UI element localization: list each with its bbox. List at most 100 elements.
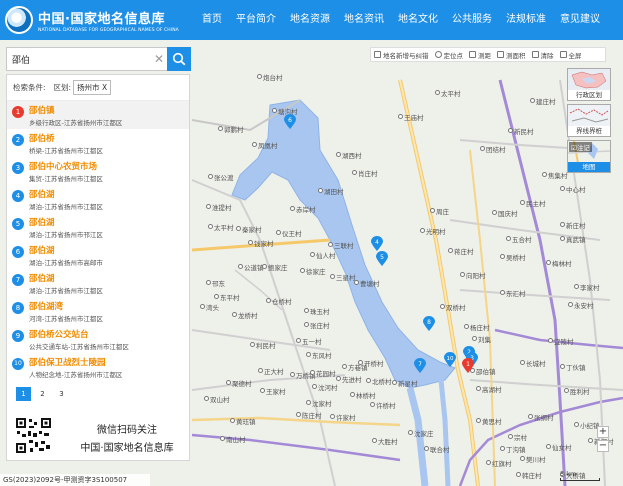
nav-news[interactable]: 地名资讯 bbox=[337, 0, 391, 40]
nav-services[interactable]: 公共服务 bbox=[445, 0, 499, 40]
results-panel: 检索条件: 区划: 扬州市 X 1 邵伯镇 乡级行政区-江苏省扬州市江都区 2 邵… bbox=[6, 74, 190, 461]
map-marker-8[interactable]: 8 bbox=[423, 316, 435, 332]
map-label: 仙人村 bbox=[310, 250, 336, 260]
result-item[interactable]: 7 邵伯湖 湖泊-江苏省扬州市江都区 bbox=[7, 269, 189, 297]
tool-measure-area[interactable]: 测面积 bbox=[494, 50, 529, 60]
result-title[interactable]: 邵伯湖 bbox=[29, 272, 103, 284]
map-label: 淮提村 bbox=[206, 202, 232, 212]
map-label: 宜陵村 bbox=[548, 336, 574, 346]
result-desc: 公共交通车站-江苏省扬州市江都区 bbox=[29, 343, 129, 351]
layer-map[interactable]: ☑注记 地图 bbox=[567, 140, 611, 173]
result-title[interactable]: 邵伯桥 bbox=[29, 132, 103, 144]
map-label: 刘集 bbox=[472, 334, 491, 344]
search-input[interactable] bbox=[7, 48, 151, 70]
clear-icon[interactable]: ✕ bbox=[151, 52, 167, 66]
tool-locate-point[interactable]: 定位点 bbox=[432, 50, 467, 60]
site-subtitle: NATIONAL DATABASE FOR GEOGRAPHICAL NAMES… bbox=[38, 27, 179, 33]
map-label: 双山村 bbox=[204, 394, 230, 404]
map-marker-5[interactable]: 5 bbox=[376, 251, 388, 267]
result-item[interactable]: 1 邵伯镇 乡级行政区-江苏省扬州市江都区 bbox=[7, 101, 189, 129]
tool-edit-correct[interactable]: 地名新增与纠错 bbox=[371, 50, 432, 60]
map-marker-6[interactable]: 6 bbox=[284, 114, 296, 130]
nav-home[interactable]: 首页 bbox=[198, 0, 229, 40]
result-desc: 河湾-江苏省扬州市江都区 bbox=[29, 315, 103, 323]
result-desc: 乡级行政区-江苏省扬州市江都区 bbox=[29, 119, 123, 127]
map-label: 开桥村 bbox=[358, 358, 384, 368]
map-marker-label: 10 bbox=[447, 356, 454, 362]
nav-about[interactable]: 平台简介 bbox=[229, 0, 283, 40]
result-title[interactable]: 邵伯保卫战烈士陵园 bbox=[29, 356, 122, 368]
tool-fullscreen[interactable]: 全屏 bbox=[557, 50, 585, 60]
result-title[interactable]: 邵伯中心农贸市场 bbox=[29, 160, 103, 172]
map-marker-4[interactable]: 4 bbox=[371, 236, 383, 252]
result-item[interactable]: 8 邵伯湖湾 河湾-江苏省扬州市江都区 bbox=[7, 297, 189, 325]
map-label: 三星村 bbox=[330, 272, 356, 282]
area-icon bbox=[497, 51, 504, 58]
result-title[interactable]: 邵伯湖 bbox=[29, 216, 103, 228]
result-title[interactable]: 邵伯镇 bbox=[29, 104, 122, 116]
result-number: 9 bbox=[12, 330, 24, 342]
result-item[interactable]: 3 邵伯中心农贸市场 集贸-江苏省扬州市江都区 bbox=[7, 157, 189, 185]
annotation-checkbox[interactable]: ☑注记 bbox=[569, 142, 592, 152]
result-item[interactable]: 10 邵伯保卫战烈士陵园 人物纪念地-江苏省扬州市江都区 bbox=[7, 353, 189, 381]
result-desc: 桥梁-江苏省扬州市江都区 bbox=[29, 147, 103, 155]
map-marker-1[interactable]: 1 bbox=[462, 358, 474, 374]
map-label: 丁伙镇 bbox=[560, 362, 586, 372]
result-item[interactable]: 4 邵伯湖 湖泊-江苏省扬州市江都区 bbox=[7, 185, 189, 213]
search-button[interactable] bbox=[167, 47, 191, 71]
result-title[interactable]: 邵伯湖湾 bbox=[29, 300, 103, 312]
map-label: 花园村 bbox=[310, 368, 336, 378]
map-marker-label: 8 bbox=[427, 319, 431, 326]
nav-resources[interactable]: 地名资源 bbox=[283, 0, 337, 40]
map-marker-10[interactable]: 10 bbox=[444, 352, 456, 368]
map-label: 赤岸村 bbox=[290, 204, 316, 214]
nav-regulations[interactable]: 法规标准 bbox=[499, 0, 553, 40]
map-label: 丁沟镇 bbox=[500, 444, 526, 454]
map-label: 长城村 bbox=[520, 358, 546, 368]
nav-culture[interactable]: 地名文化 bbox=[391, 0, 445, 40]
layer-boundary-marker[interactable]: 界线界桩 bbox=[567, 104, 611, 137]
result-title[interactable]: 邵伯湖 bbox=[29, 188, 103, 200]
result-item[interactable]: 5 邵伯湖 湖泊-江苏省扬州市邗江区 bbox=[7, 213, 189, 241]
result-item[interactable]: 6 邵伯湖 湖泊-江苏省扬州市高邮市 bbox=[7, 241, 189, 269]
tool-measure-distance[interactable]: 测距 bbox=[466, 50, 494, 60]
tool-clear[interactable]: 清除 bbox=[529, 50, 557, 60]
map-label: 聚德村 bbox=[226, 378, 252, 388]
map-label: 北桥村 bbox=[366, 376, 392, 386]
map-scale: 5 km bbox=[560, 470, 600, 481]
nav-feedback[interactable]: 意见建议 bbox=[553, 0, 607, 40]
map-toolbar: 地名新增与纠错 定位点 测距 测面积 清除 全屏 bbox=[370, 47, 606, 62]
qr-caption: 微信扫码关注 中国·国家地名信息库 bbox=[67, 421, 187, 454]
map-label: 沈河村 bbox=[312, 382, 338, 392]
map-label: 鲍家庄 bbox=[262, 262, 288, 272]
fullscreen-icon bbox=[559, 51, 567, 58]
map-label: 邗东 bbox=[206, 278, 225, 288]
region-filter-tag[interactable]: 扬州市 X bbox=[73, 80, 112, 95]
qr-caption-line1: 微信扫码关注 bbox=[97, 425, 157, 436]
zoom-in-button[interactable]: + bbox=[597, 426, 609, 438]
site-logo[interactable]: 中国·国家地名信息库 NATIONAL DATABASE FOR GEOGRAP… bbox=[0, 6, 198, 34]
map-label: 光明村 bbox=[420, 226, 446, 236]
page-1-button[interactable]: 1 bbox=[16, 387, 31, 401]
region-label: 区划: bbox=[53, 83, 72, 92]
map-marker-7[interactable]: 7 bbox=[414, 358, 426, 374]
result-item[interactable]: 2 邵伯桥 桥梁-江苏省扬州市江都区 bbox=[7, 129, 189, 157]
trash-icon bbox=[531, 51, 539, 58]
map-label: 许家村 bbox=[330, 412, 356, 422]
map-label: 樊川村 bbox=[520, 454, 546, 464]
map-label: 新星村 bbox=[392, 378, 418, 388]
page-3-button[interactable]: 3 bbox=[54, 387, 69, 401]
map-label: 仓桥村 bbox=[266, 296, 292, 306]
result-item[interactable]: 9 邵伯桥公交站台公共交通车站-江苏省扬州市江都区 bbox=[7, 325, 189, 353]
result-desc: 湖泊-江苏省扬州市江都区 bbox=[29, 287, 103, 295]
layer-admin-division[interactable]: 行政区划 bbox=[567, 68, 611, 101]
result-title[interactable]: 邵伯桥公交站台 bbox=[29, 328, 129, 340]
map-label: 五一村 bbox=[296, 336, 322, 346]
zoom-out-button[interactable]: − bbox=[597, 440, 609, 452]
result-desc: 湖泊-江苏省扬州市邗江区 bbox=[29, 231, 103, 239]
map-label: 陈庄村 bbox=[296, 410, 322, 420]
page-2-button[interactable]: 2 bbox=[35, 387, 50, 401]
result-title[interactable]: 邵伯湖 bbox=[29, 244, 103, 256]
map-label: 梅林村 bbox=[546, 258, 572, 268]
map-label: 太平村 bbox=[208, 222, 234, 232]
